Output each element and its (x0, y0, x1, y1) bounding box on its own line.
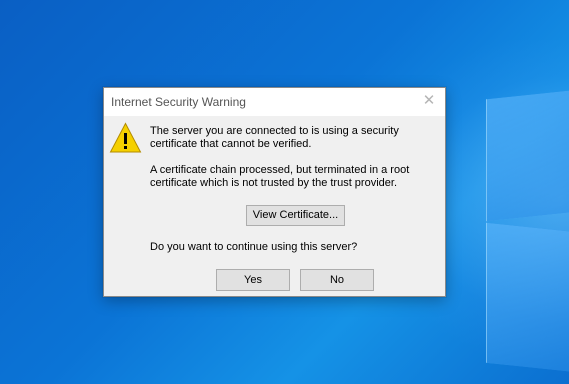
close-icon[interactable]: ✕ (421, 93, 437, 109)
dialog-title: Internet Security Warning (111, 95, 246, 109)
certificate-warning-message: The server you are connected to is using… (150, 125, 399, 150)
security-warning-dialog: Internet Security Warning ✕ The server y… (103, 87, 446, 297)
no-button[interactable]: No (300, 269, 374, 291)
wallpaper-window-logo-pane-bottom (486, 222, 569, 374)
dialog-titlebar[interactable]: Internet Security Warning ✕ (104, 88, 445, 116)
continue-question: Do you want to continue using this serve… (150, 241, 358, 253)
view-certificate-button[interactable]: View Certificate... (246, 205, 345, 226)
yes-button[interactable]: Yes (216, 269, 290, 291)
certificate-chain-message: A certificate chain processed, but termi… (150, 164, 410, 189)
warning-icon (109, 122, 142, 153)
wallpaper-window-logo-pane-top (486, 88, 569, 222)
